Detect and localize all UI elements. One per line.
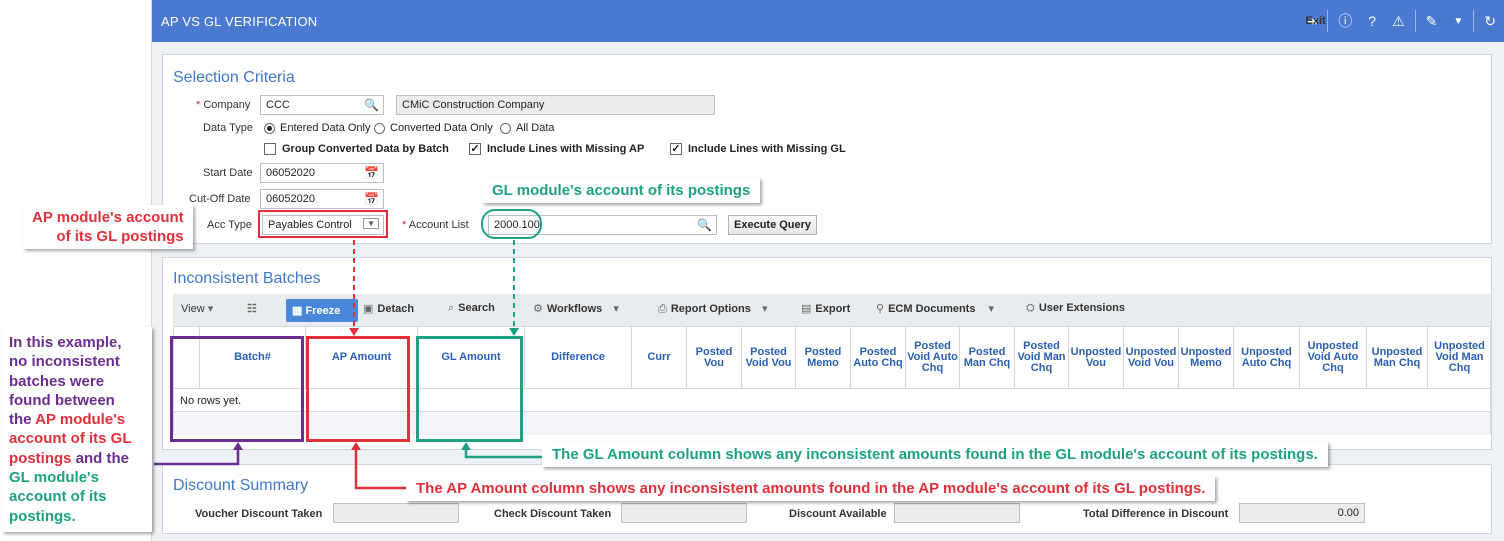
freeze-icon: ▦ (292, 305, 306, 317)
column-header-posted-void-vou[interactable]: Posted Void Vou (742, 327, 796, 389)
radio-icon (264, 122, 275, 134)
cutoff-date-label: Cut-Off Date (189, 193, 251, 205)
start-date-label: Start Date (203, 167, 253, 179)
annotation-ap-amount: The AP Amount column shows any inconsist… (406, 476, 1216, 501)
execute-query-button[interactable]: Execute Query (728, 215, 818, 235)
search-button[interactable]: ⌕ Search (448, 302, 495, 315)
search-icon[interactable]: 🔍 (364, 98, 379, 112)
column-header-posted-man-chq[interactable]: Posted Man Chq (960, 327, 1015, 389)
column-header-unposted-man-chq[interactable]: Unposted Man Chq (1367, 327, 1428, 389)
column-header-curr[interactable]: Curr (632, 327, 687, 389)
exit-button[interactable]: ⇥ Exit (1306, 13, 1326, 30)
column-header-unposted-void-man-chq[interactable]: Unposted Void Man Chq (1428, 327, 1491, 389)
warning-icon[interactable]: ⚠ (1392, 13, 1405, 30)
acc-type-label: Acc Type (207, 219, 253, 231)
column-header-unposted-memo[interactable]: Unposted Memo (1179, 327, 1234, 389)
info-icon[interactable]: ⓘ (1338, 11, 1352, 31)
company-input[interactable]: CCC 🔍 (260, 95, 384, 115)
document-icon: ⚲ (876, 303, 885, 315)
chevron-down-icon[interactable]: ▼ (1453, 16, 1463, 27)
column-header-posted-vou[interactable]: Posted Vou (687, 327, 742, 389)
voucher-discount-field (333, 503, 459, 523)
checkbox-icon (264, 143, 276, 155)
ecm-documents-menu[interactable]: ⚲ ECM Documents ▾ (876, 302, 998, 315)
detach-icon: ▣ (363, 303, 374, 315)
annotation-gl-module: GL module's account of its postings (482, 178, 761, 203)
account-list-label: * Account List (402, 219, 469, 231)
annotation-example: In this example, no inconsistent batches… (2, 327, 152, 532)
column-header-posted-void-auto-chq[interactable]: Posted Void Auto Chq (906, 327, 960, 389)
search-icon: ⌕ (448, 302, 455, 314)
radio-converted-data[interactable]: Converted Data Only (374, 122, 493, 134)
page-title: AP VS GL VERIFICATION (161, 14, 318, 29)
highlight-gl-amount-column (416, 336, 523, 442)
missing-gl-checkbox[interactable]: ✓ Include Lines with Missing GL (670, 143, 846, 155)
radio-icon (500, 122, 511, 134)
radio-entered-data[interactable]: Entered Data Only (264, 122, 371, 134)
highlight-batch-column (170, 336, 304, 442)
discount-available-label: Discount Available (789, 508, 887, 520)
help-icon[interactable]: ? (1368, 13, 1376, 29)
grid-toolbar: View ▾ ☷ ▦ Freeze ▣ Detach ⌕ Search ⚙ Workf… (173, 294, 1491, 326)
column-header-posted-void-man-chq[interactable]: Posted Void Man Chq (1015, 327, 1069, 389)
edit-icon[interactable]: ✎ (1426, 13, 1438, 30)
group-converted-checkbox[interactable]: Group Converted Data by Batch (264, 143, 449, 155)
missing-ap-checkbox[interactable]: ✓ Include Lines with Missing AP (469, 143, 644, 155)
report-options-menu[interactable]: ⎙ Report Options ▾ (658, 302, 771, 316)
radio-icon (374, 122, 385, 134)
column-settings-icon[interactable]: ☷ (247, 302, 257, 315)
selection-criteria-title: Selection Criteria (173, 69, 295, 86)
separator (1473, 10, 1475, 32)
annotation-ap-module: AP module's account of its GL postings (23, 205, 193, 249)
company-label: * Company (196, 99, 251, 111)
highlight-account-list (481, 209, 542, 239)
refresh-icon[interactable]: ↻ (1484, 13, 1496, 30)
search-icon[interactable]: 🔍 (697, 218, 712, 232)
voucher-discount-label: Voucher Discount Taken (195, 508, 323, 520)
checkmark-icon: ✓ (469, 143, 481, 155)
column-header-posted-auto-chq[interactable]: Posted Auto Chq (851, 327, 906, 389)
radio-all-data[interactable]: All Data (500, 122, 555, 134)
export-button[interactable]: ▤ Export (801, 302, 850, 315)
title-bar: AP VS GL VERIFICATION ⇥ Exit ⓘ ? ⚠ ✎ ▼ ↻ (152, 0, 1504, 42)
total-difference-label: Total Difference in Discount (1083, 508, 1229, 520)
user-extensions-button[interactable]: ⛭ User Extensions (1026, 302, 1125, 315)
column-header-unposted-void-vou[interactable]: Unposted Void Vou (1124, 327, 1179, 389)
check-discount-label: Check Discount Taken (494, 508, 612, 520)
column-header-unposted-void-auto-chq[interactable]: Unposted Void Auto Chq (1300, 327, 1367, 389)
cutoff-date-input[interactable]: 06052020 📅 (260, 189, 384, 209)
column-header-unposted-vou[interactable]: Unposted Vou (1069, 327, 1124, 389)
user-extensions-icon: ⛭ (1026, 302, 1035, 314)
start-date-input[interactable]: 06052020 📅 (260, 163, 384, 183)
freeze-button[interactable]: ▦ Freeze (286, 299, 358, 322)
workflows-menu[interactable]: ⚙ Workflows ▾ (533, 302, 623, 315)
column-header-unposted-auto-chq[interactable]: Unposted Auto Chq (1234, 327, 1300, 389)
separator (1414, 10, 1416, 32)
calendar-icon[interactable]: 📅 (364, 166, 379, 180)
discount-summary-title: Discount Summary (173, 477, 309, 494)
highlight-acc-type (258, 210, 388, 238)
calendar-icon[interactable]: 📅 (364, 192, 379, 206)
annotation-gl-amount: The GL Amount column shows any inconsist… (542, 442, 1328, 467)
title-bar-actions: ⇥ Exit ⓘ ? ⚠ ✎ ▼ ↻ (1298, 0, 1504, 42)
detach-button[interactable]: ▣ Detach (363, 302, 414, 315)
column-header-difference[interactable]: Difference (525, 327, 632, 389)
checkmark-icon: ✓ (670, 143, 682, 155)
view-menu[interactable]: View ▾ (181, 302, 217, 315)
company-name-field: CMiC Construction Company (396, 95, 715, 115)
workflows-icon: ⚙ (533, 303, 543, 315)
data-type-label: Data Type (203, 122, 253, 134)
column-header-posted-memo[interactable]: Posted Memo (796, 327, 851, 389)
highlight-ap-amount-column (306, 336, 410, 442)
inconsistent-batches-title: Inconsistent Batches (173, 270, 321, 287)
discount-available-field (894, 503, 1020, 523)
export-icon: ▤ (801, 303, 812, 315)
separator (1327, 10, 1329, 32)
check-discount-field (621, 503, 747, 523)
total-difference-field: 0.00 (1239, 503, 1365, 523)
printer-icon: ⎙ (658, 303, 667, 315)
